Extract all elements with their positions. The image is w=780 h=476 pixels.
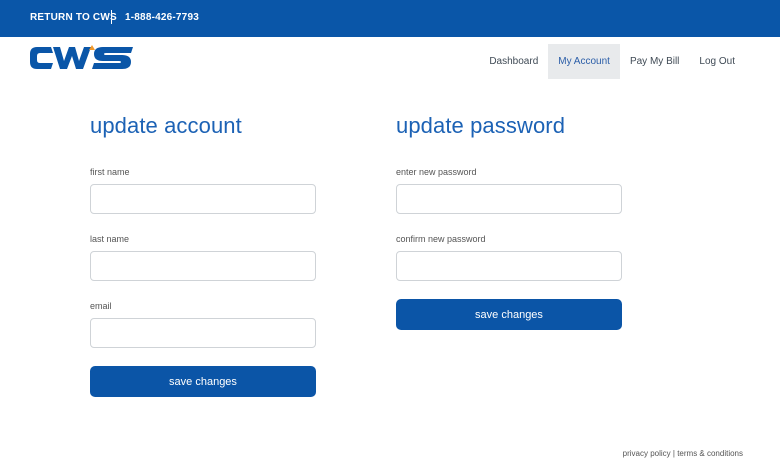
last-name-field[interactable] (90, 251, 316, 281)
update-account-section: update account first name last name emai… (90, 112, 316, 397)
cws-logo[interactable] (29, 44, 135, 72)
new-password-label: enter new password (396, 167, 477, 177)
email-label: email (90, 301, 112, 311)
nav-my-account[interactable]: My Account (548, 44, 620, 79)
nav-pay-my-bill[interactable]: Pay My Bill (620, 44, 689, 79)
email-field[interactable] (90, 318, 316, 348)
confirm-password-label: confirm new password (396, 234, 486, 244)
first-name-field[interactable] (90, 184, 316, 214)
new-password-field[interactable] (396, 184, 622, 214)
footer-separator: | (672, 449, 675, 458)
update-password-title: update password (396, 113, 566, 138)
update-account-title: update account (90, 113, 242, 138)
nav-dashboard[interactable]: Dashboard (479, 44, 548, 79)
footer-links: privacy policy | terms & conditions (623, 449, 743, 458)
save-account-button[interactable]: save changes (90, 366, 316, 397)
cws-logo-mark (30, 45, 133, 69)
confirm-password-field[interactable] (396, 251, 622, 281)
top-bar: RETURN TO CWS 1-888-426-7793 (0, 0, 780, 37)
last-name-label: last name (90, 234, 130, 244)
first-name-label: first name (90, 167, 130, 177)
update-password-section: update password enter new password confi… (396, 112, 622, 330)
terms-conditions-link[interactable]: terms & conditions (677, 449, 743, 458)
phone-number-link[interactable]: 1-888-426-7793 (125, 12, 199, 23)
privacy-policy-link[interactable]: privacy policy (623, 449, 671, 458)
top-bar-divider (111, 10, 112, 24)
nav-log-out[interactable]: Log Out (689, 44, 745, 79)
save-password-button[interactable]: save changes (396, 299, 622, 330)
main-nav: Dashboard My Account Pay My Bill Log Out (479, 44, 745, 79)
return-to-cws-link[interactable]: RETURN TO CWS (30, 12, 117, 23)
